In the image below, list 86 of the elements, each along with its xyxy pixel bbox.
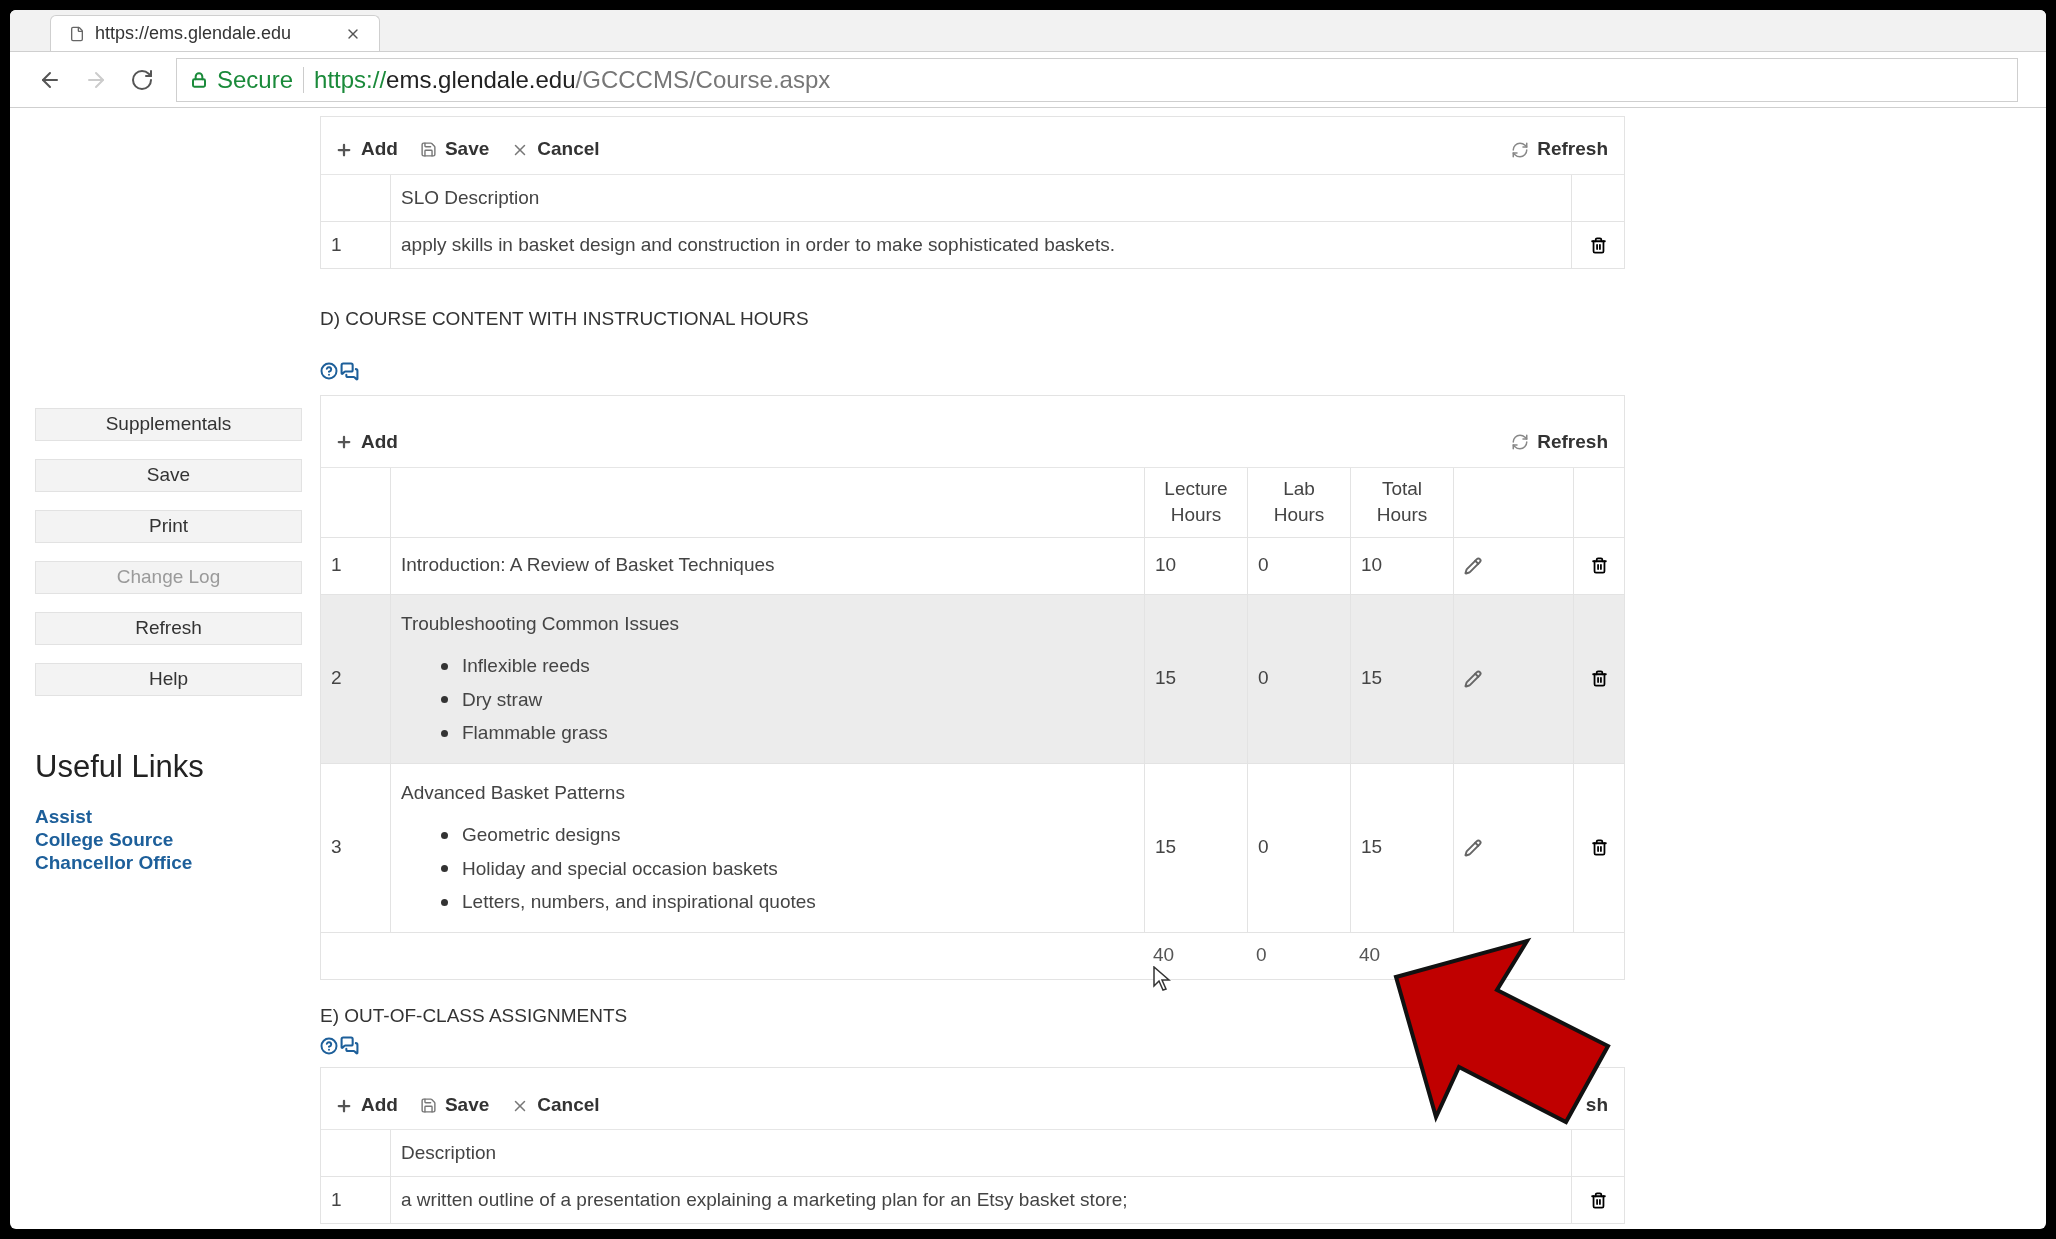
table-cell-text: 10: [1155, 553, 1177, 578]
column-header: SLO Description: [401, 185, 540, 210]
edit-icon[interactable]: [1464, 669, 1482, 688]
bullet-icon: [441, 729, 448, 737]
column-header: Total Hours: [1375, 477, 1429, 527]
bullet-icon: [441, 662, 448, 670]
page-icon: [69, 25, 85, 42]
toolbar-button[interactable]: Add: [335, 135, 398, 164]
table-cell-text: 0: [1258, 835, 1269, 860]
table-row[interactable]: 3 Advanced Basket Patterns Geometric designs Holiday and special occasion baskets Letters, numbers, and inspirational quotes 15 0 15: [321, 763, 1624, 933]
delete-icon[interactable]: [1590, 670, 1608, 687]
table-cell-text: 15: [1155, 666, 1177, 691]
topic-title: Troubleshooting Common Issues: [401, 611, 681, 636]
list-item: Letters, numbers, and inspirational quotes: [462, 890, 816, 914]
table-cell-text: 0: [1258, 553, 1269, 578]
reload-icon[interactable]: [130, 67, 154, 92]
table-cell-text: 15: [1361, 835, 1383, 860]
total-cell-text: 40: [1153, 943, 1175, 968]
sidebar-link[interactable]: Chancellor Office: [35, 850, 193, 874]
table-cell-text: 0: [1258, 666, 1269, 691]
list-item: Geometric designs: [462, 823, 621, 847]
refresh-icon: [1511, 433, 1530, 451]
refresh-button[interactable]: Refresh: [1511, 427, 1608, 457]
list-item: Dry straw: [462, 687, 543, 712]
row-number: 1: [331, 553, 342, 578]
section-heading: E) OUT-OF-CLASS ASSIGNMENTS: [320, 1003, 628, 1028]
list-item: Holiday and special occasion baskets: [462, 856, 778, 881]
bullet-icon: [441, 696, 448, 704]
table-cell-text: 15: [1361, 666, 1383, 691]
delete-icon[interactable]: [1590, 557, 1608, 574]
toolbar-button[interactable]: Save: [419, 135, 490, 164]
total-cell-text: 0: [1256, 943, 1267, 968]
sidebar-link[interactable]: Assist: [35, 804, 93, 828]
table-row[interactable]: 2 Troubleshooting Common Issues Inflexible reeds Dry straw Flammable grass 15 0 15: [321, 594, 1624, 764]
row-number: 2: [331, 666, 342, 691]
toolbar-button[interactable]: Add: [335, 427, 398, 457]
sidebar-link[interactable]: College Source: [35, 827, 174, 851]
sidebar-button[interactable]: Print: [35, 510, 302, 543]
browser-tab[interactable]: https://ems.glendale.edu: [50, 15, 380, 51]
tab-title: https://ems.glendale.edu: [95, 22, 292, 45]
sidebar-button[interactable]: Refresh: [35, 612, 302, 645]
toolbar-button[interactable]: Add: [335, 1091, 398, 1120]
topic-title: Advanced Basket Patterns: [401, 780, 626, 805]
table-cell-text: 10: [1361, 553, 1383, 578]
url-text: https://ems.glendale.edu/GCCCMS/Course.aspx: [314, 64, 831, 95]
bullet-icon: [441, 898, 448, 906]
security-label: Secure: [217, 64, 294, 95]
lock-icon: [191, 71, 207, 88]
row-number: 1: [331, 232, 342, 257]
comments-icon[interactable]: [340, 361, 359, 381]
help-icon[interactable]: [320, 362, 338, 380]
topic-title: Introduction: A Review of Basket Techniques: [401, 553, 776, 578]
edit-icon[interactable]: [1464, 838, 1482, 857]
column-header: Lecture Hours: [1163, 477, 1229, 527]
delete-icon[interactable]: [1589, 1191, 1607, 1209]
table-cell-text: 15: [1155, 835, 1177, 860]
row-number: 3: [331, 835, 342, 860]
table-cell-text: a written outline of a presentation explaining a marketing plan for an Etsy basket store;: [401, 1187, 1128, 1212]
delete-icon[interactable]: [1589, 236, 1607, 254]
column-header: Lab Hours: [1272, 477, 1326, 527]
sidebar-button[interactable]: Supplementals: [35, 408, 302, 441]
comments-icon[interactable]: [340, 1036, 359, 1055]
list-item: Flammable grass: [462, 721, 608, 745]
refresh-button[interactable]: Refresh: [1511, 135, 1608, 164]
column-header: Description: [401, 1140, 497, 1165]
delete-icon[interactable]: [1590, 839, 1608, 856]
row-number: 1: [331, 1187, 342, 1212]
sidebar-button[interactable]: Save: [35, 459, 302, 492]
refresh-icon: [1511, 140, 1530, 159]
toolbar-button[interactable]: Cancel: [511, 1091, 600, 1120]
table-cell-text: apply skills in basket design and construction in order to make sophisticated baskets.: [401, 232, 1115, 257]
plus-icon: [335, 433, 353, 451]
refresh-button[interactable]: sh: [1585, 1091, 1608, 1120]
table-row[interactable]: 1 Introduction: A Review of Basket Techniques 10 0 10: [321, 537, 1624, 595]
section-heading: D) COURSE CONTENT WITH INSTRUCTIONAL HOURS: [320, 307, 809, 331]
help-icon[interactable]: [320, 1036, 338, 1055]
bullet-icon: [441, 831, 448, 839]
toolbar-button[interactable]: Cancel: [511, 135, 600, 164]
list-item: Inflexible reeds: [462, 654, 590, 678]
total-cell-text: 40: [1359, 943, 1381, 968]
useful-links-heading: Useful Links: [35, 748, 205, 786]
sidebar-button[interactable]: Help: [35, 663, 302, 696]
toolbar-button[interactable]: Save: [419, 1091, 490, 1120]
address-bar[interactable]: Secure https://ems.glendale.edu/GCCCMS/Course.aspx: [176, 57, 2018, 102]
edit-icon[interactable]: [1464, 556, 1482, 575]
bullet-icon: [441, 865, 448, 873]
